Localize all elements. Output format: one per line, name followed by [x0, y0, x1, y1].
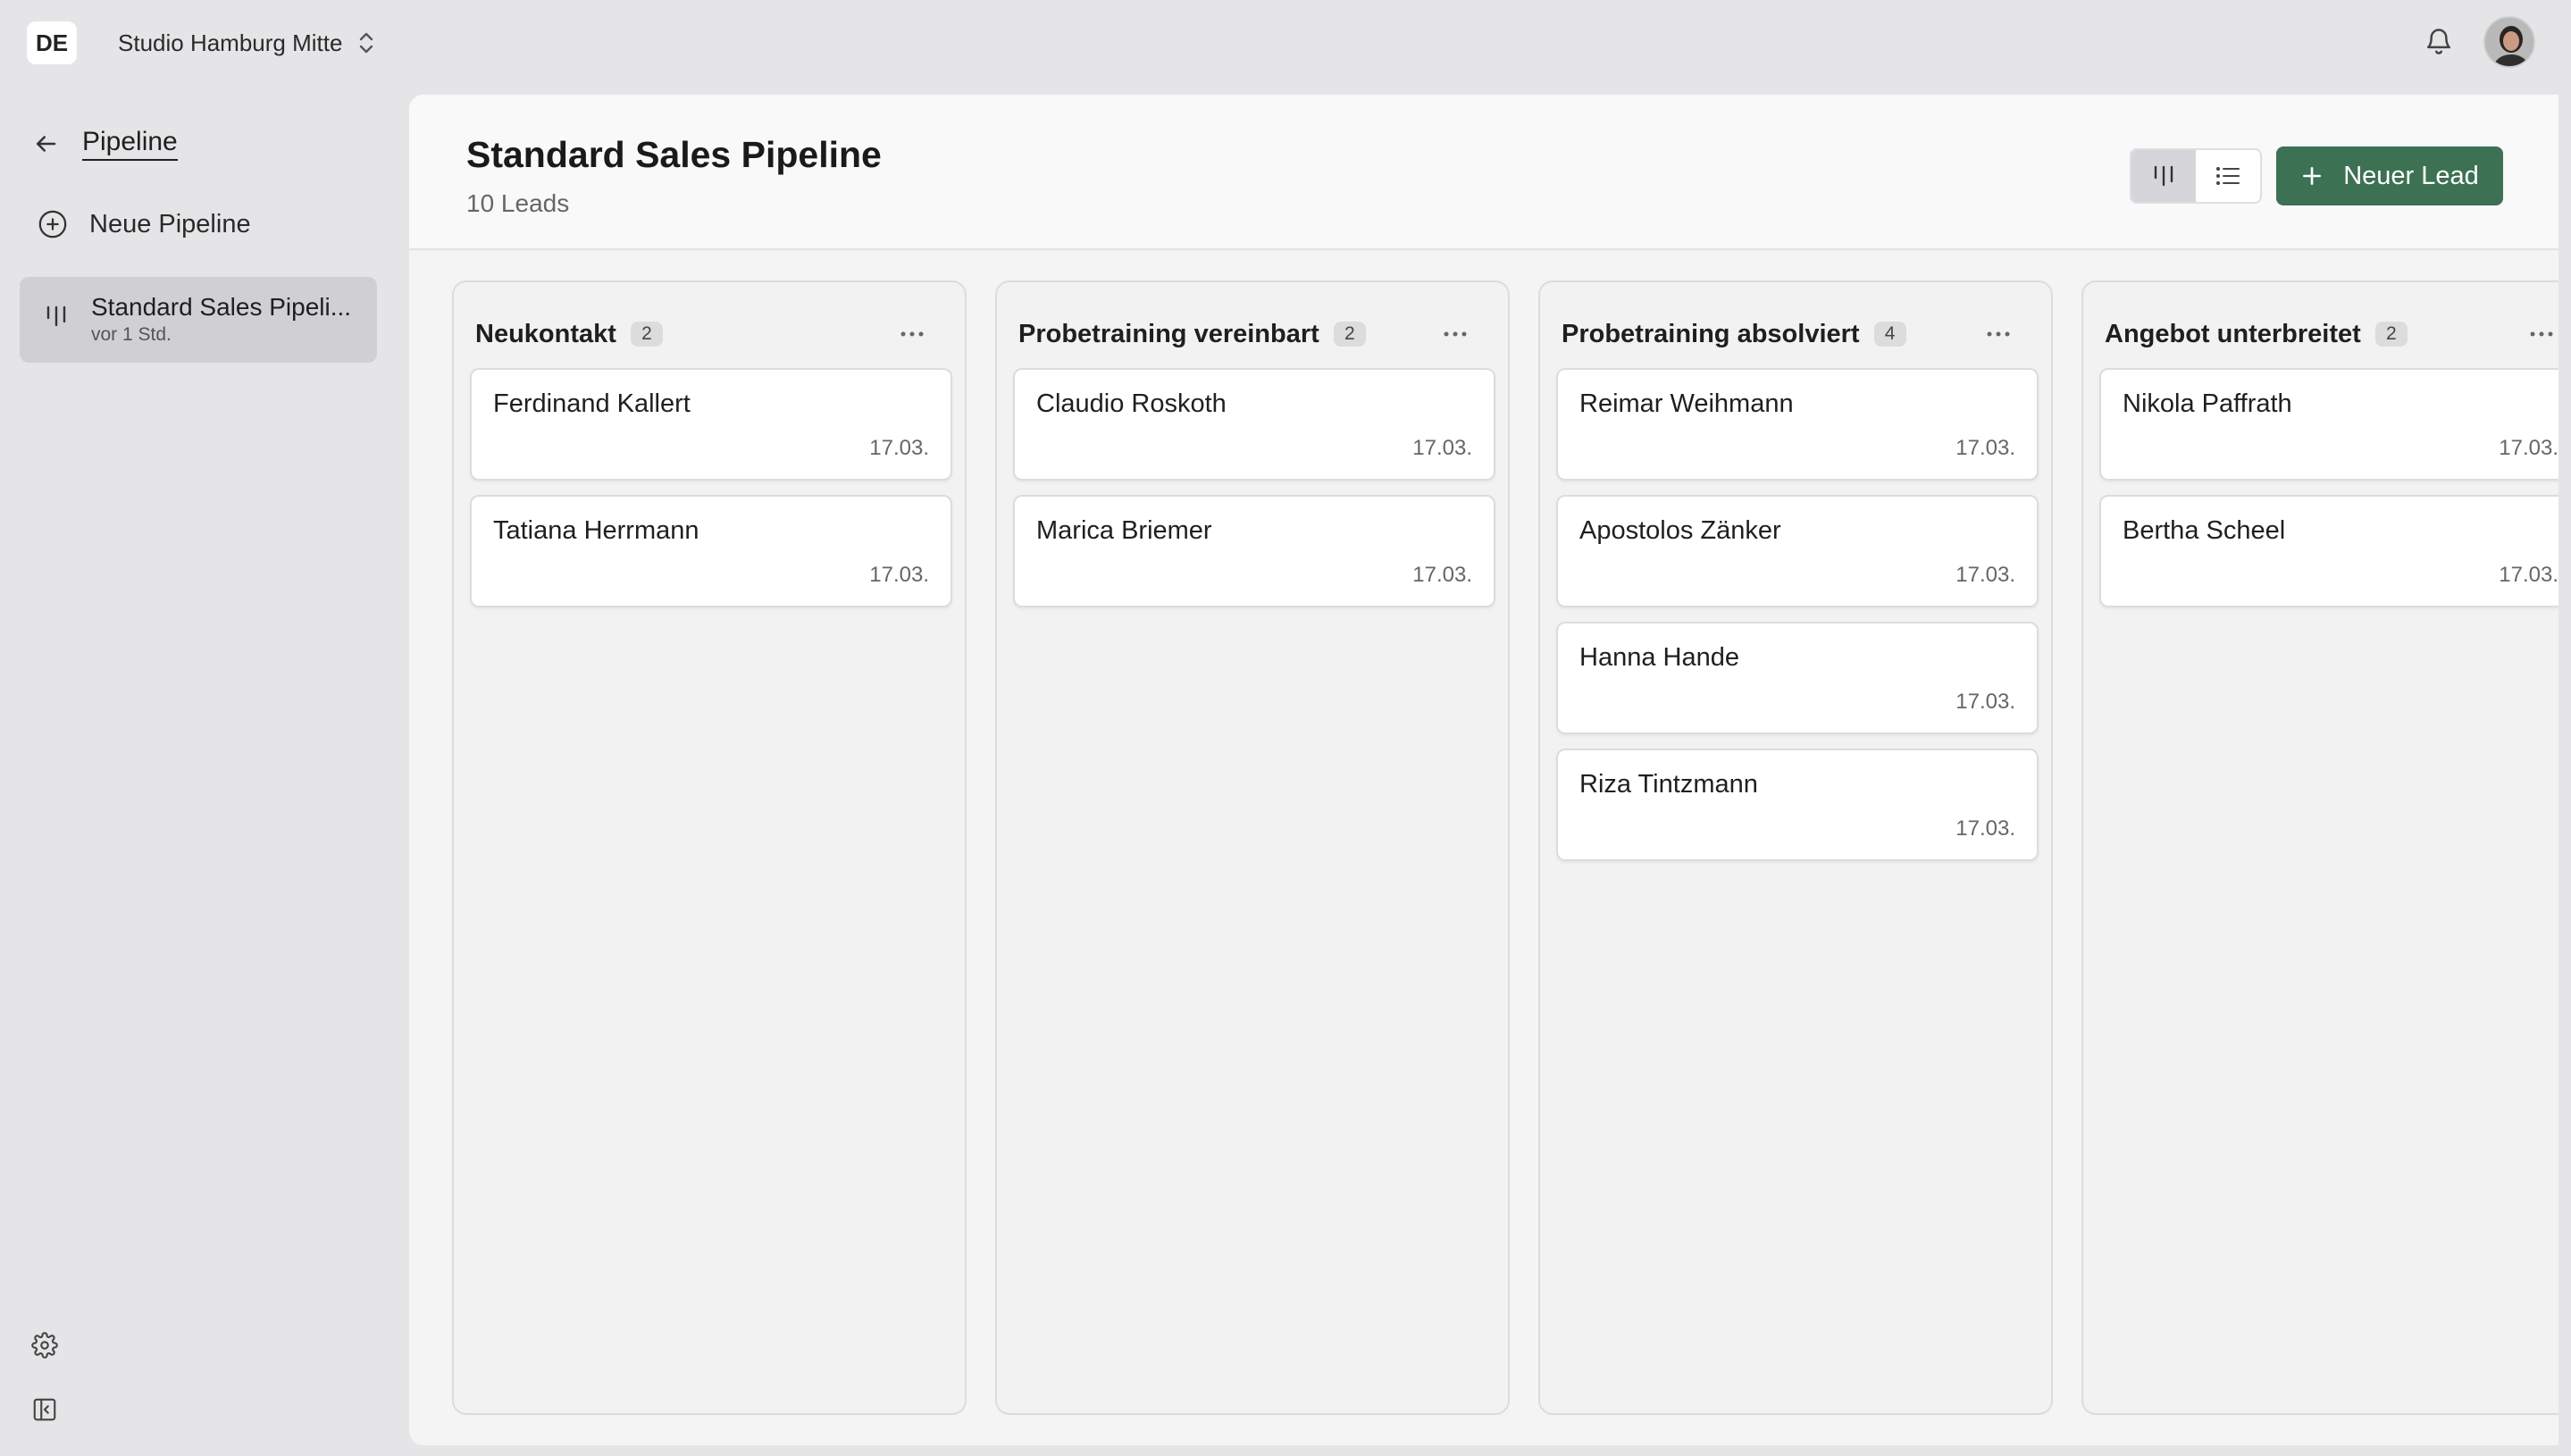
lead-count: 10 Leads [466, 189, 570, 217]
collapse-sidebar-icon[interactable] [27, 1392, 63, 1427]
board-view-button[interactable] [2131, 150, 2196, 202]
lead-card[interactable]: Ferdinand Kallert 17.03. [470, 368, 952, 481]
new-lead-label: Neuer Lead [2343, 161, 2479, 190]
sidebar-item-title: Standard Sales Pipeli... [91, 293, 352, 321]
column-header: Probetraining absolviert 4 [1562, 316, 2030, 352]
column-neukontakt: Neukontakt 2 Ferdinand Kallert 17.03. Ta… [452, 280, 967, 1415]
kanban-icon [2154, 165, 2173, 187]
lead-date: 17.03. [869, 436, 929, 460]
page-title: Standard Sales Pipeline [466, 134, 882, 175]
page-header: Standard Sales Pipeline 10 Leads Neuer L… [409, 95, 2558, 250]
lead-name: Apostolos Zänker [1579, 516, 1781, 545]
top-bar: DE Studio Hamburg Mitte [0, 0, 2571, 95]
lead-card[interactable]: Riza Tintzmann 17.03. [1556, 749, 2039, 861]
column-count-badge: 2 [2374, 322, 2408, 347]
column-header: Probetraining vereinbart 2 [1018, 316, 1486, 352]
user-avatar[interactable] [2483, 16, 2535, 68]
lead-card[interactable]: Apostolos Zänker 17.03. [1556, 495, 2039, 607]
lead-date: 17.03. [2499, 436, 2558, 460]
org-badge[interactable]: DE [27, 21, 77, 64]
lead-name: Ferdinand Kallert [493, 389, 691, 418]
plus-circle-icon [38, 210, 67, 238]
column-count-badge: 2 [630, 322, 663, 347]
lead-card[interactable]: Marica Briemer 17.03. [1013, 495, 1495, 607]
sidebar-item-subtitle: vor 1 Std. [91, 324, 172, 345]
lead-name: Tatiana Herrmann [493, 516, 699, 545]
lead-name: Bertha Scheel [2123, 516, 2286, 545]
lead-date: 17.03. [1955, 563, 2015, 587]
column-more-icon[interactable] [1976, 316, 2021, 352]
column-header: Angebot unterbreitet 2 [2105, 316, 2558, 352]
chevron-up-down-icon [360, 32, 373, 54]
lead-name: Claudio Roskoth [1036, 389, 1227, 418]
column-probetraining-absolviert: Probetraining absolviert 4 Reimar Weihma… [1538, 280, 2053, 1415]
lead-date: 17.03. [869, 563, 929, 587]
view-toggle [2130, 148, 2262, 204]
kanban-board: Neukontakt 2 Ferdinand Kallert 17.03. Ta… [452, 280, 2558, 1415]
column-header: Neukontakt 2 [475, 316, 943, 352]
column-title: Neukontakt [475, 319, 616, 348]
column-angebot-unterbreitet: Angebot unterbreitet 2 Nikola Paffrath 1… [2081, 280, 2558, 1415]
plus-icon [2303, 167, 2322, 185]
column-count-badge: 2 [1333, 322, 1366, 347]
main-panel: Standard Sales Pipeline 10 Leads Neuer L… [409, 95, 2558, 1445]
lead-name: Nikola Paffrath [2123, 389, 2292, 418]
lead-card[interactable]: Claudio Roskoth 17.03. [1013, 368, 1495, 481]
list-icon [2216, 167, 2240, 185]
kanban-icon [46, 305, 66, 327]
lead-card[interactable]: Tatiana Herrmann 17.03. [470, 495, 952, 607]
studio-name: Studio Hamburg Mitte [118, 29, 343, 56]
arrow-left-icon [37, 136, 56, 152]
column-count-badge: 4 [1873, 322, 1906, 347]
back-label: Pipeline [82, 127, 178, 161]
settings-gear-icon[interactable] [27, 1327, 63, 1363]
new-lead-button[interactable]: Neuer Lead [2276, 146, 2503, 205]
list-view-button[interactable] [2196, 150, 2260, 202]
notifications-bell-icon[interactable] [2421, 23, 2457, 59]
column-more-icon[interactable] [890, 316, 934, 352]
lead-card[interactable]: Hanna Hande 17.03. [1556, 622, 2039, 734]
sidebar-item-standard-sales-pipeline[interactable]: Standard Sales Pipeli... vor 1 Std. [20, 277, 377, 363]
column-title: Probetraining absolviert [1562, 319, 1860, 348]
column-title: Probetraining vereinbart [1018, 319, 1319, 348]
new-pipeline-label: Neue Pipeline [89, 209, 251, 238]
lead-name: Reimar Weihmann [1579, 389, 1794, 418]
sidebar: Pipeline Neue Pipeline Standard Sales Pi… [0, 95, 407, 1456]
lead-card[interactable]: Nikola Paffrath 17.03. [2099, 368, 2558, 481]
lead-name: Hanna Hande [1579, 643, 1739, 672]
lead-name: Marica Briemer [1036, 516, 1212, 545]
lead-date: 17.03. [1955, 436, 2015, 460]
lead-date: 17.03. [2499, 563, 2558, 587]
studio-switcher[interactable]: Studio Hamburg Mitte [118, 23, 378, 63]
new-pipeline-button[interactable]: Neue Pipeline [38, 202, 251, 247]
lead-date: 17.03. [1412, 436, 1472, 460]
column-probetraining-vereinbart: Probetraining vereinbart 2 Claudio Rosko… [995, 280, 1510, 1415]
lead-date: 17.03. [1955, 690, 2015, 714]
lead-card[interactable]: Reimar Weihmann 17.03. [1556, 368, 2039, 481]
column-title: Angebot unterbreitet [2105, 319, 2361, 348]
column-more-icon[interactable] [1433, 316, 1478, 352]
lead-date: 17.03. [1955, 816, 2015, 841]
lead-date: 17.03. [1412, 563, 1472, 587]
column-more-icon[interactable] [2519, 316, 2558, 352]
back-to-pipeline[interactable]: Pipeline [32, 121, 178, 166]
lead-name: Riza Tintzmann [1579, 770, 1758, 799]
lead-card[interactable]: Bertha Scheel 17.03. [2099, 495, 2558, 607]
